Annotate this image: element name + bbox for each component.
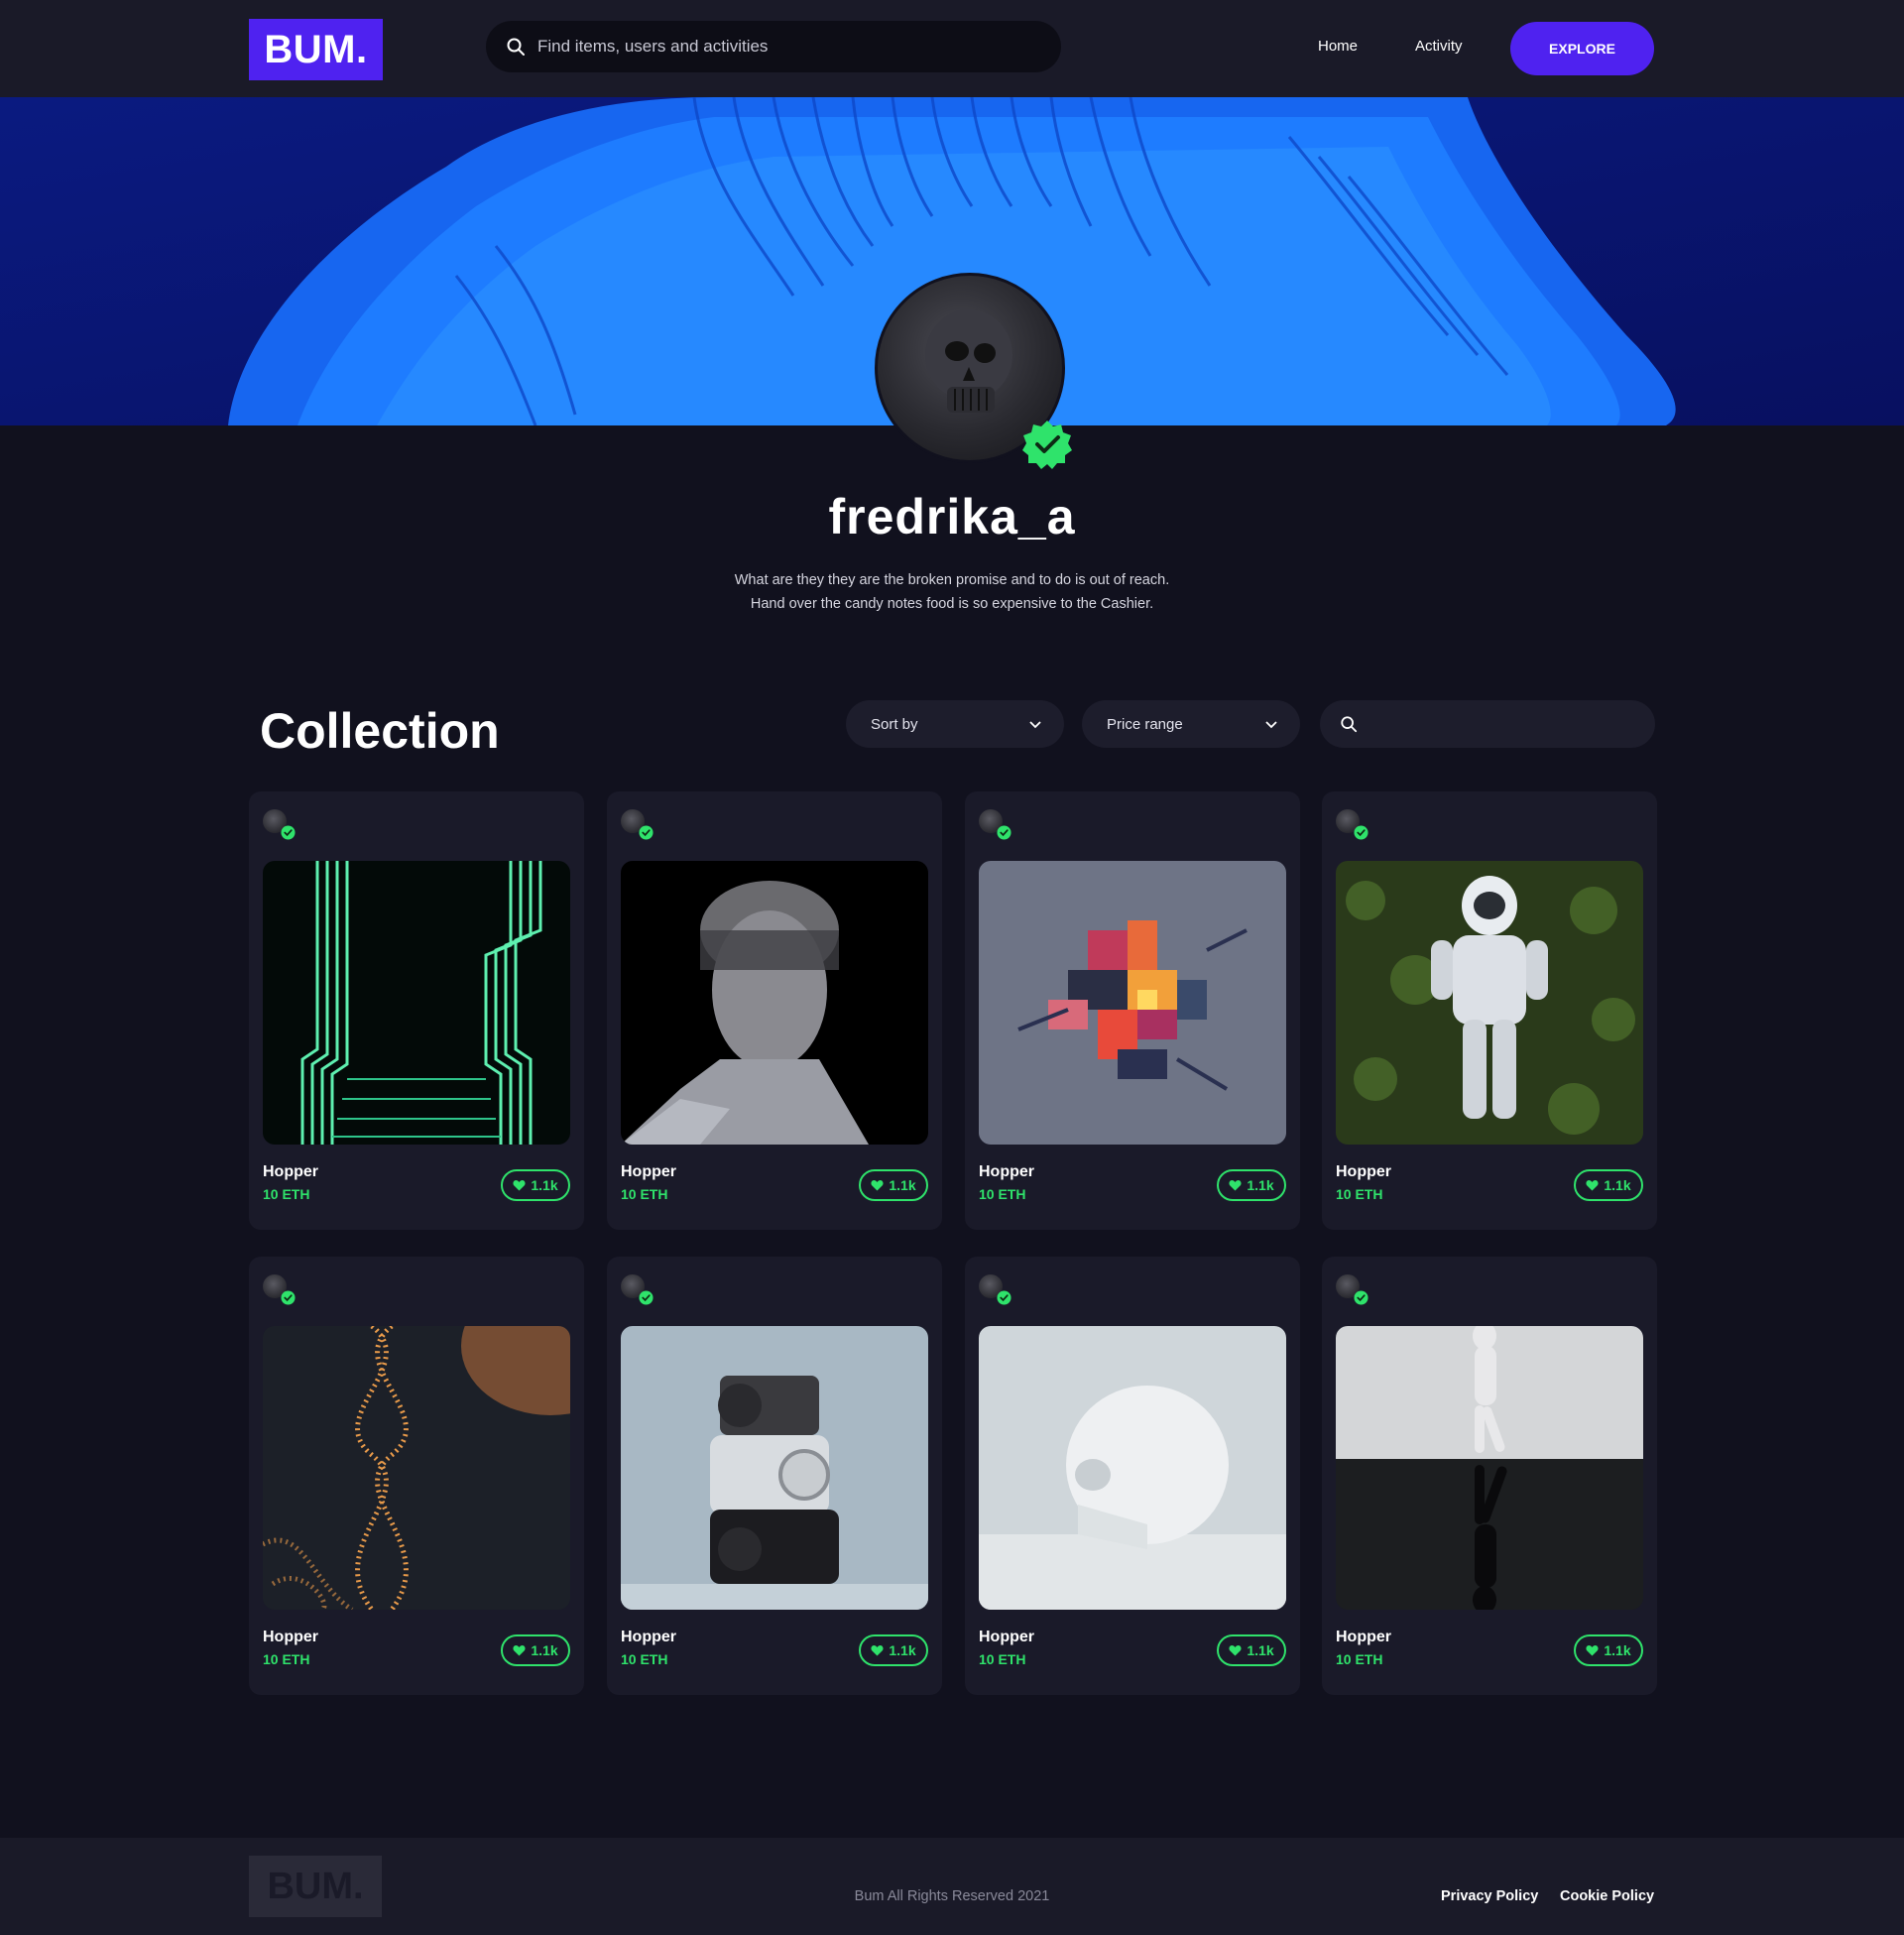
nft-name: Hopper	[621, 1163, 676, 1180]
like-button[interactable]: 1.1k	[1217, 1634, 1286, 1666]
like-button[interactable]: 1.1k	[1574, 1634, 1643, 1666]
brand-logo[interactable]: BUM.	[249, 19, 383, 80]
profile-username: fredrika_a	[828, 489, 1076, 544]
nft-artwork-neon-corridor[interactable]	[263, 861, 570, 1145]
search-icon	[507, 38, 525, 56]
verified-badge-icon	[1022, 421, 1072, 469]
nft-name: Hopper	[621, 1629, 676, 1645]
nft-price: 10 ETH	[979, 1186, 1026, 1202]
nft-artwork-voxel-cube[interactable]	[979, 861, 1286, 1145]
nft-name: Hopper	[263, 1163, 318, 1180]
page-footer: BUM. Bum All Rights Reserved 2021 Privac…	[0, 1838, 1904, 1935]
verified-icon	[997, 825, 1012, 840]
like-count: 1.1k	[531, 1177, 558, 1193]
verified-icon	[281, 1290, 296, 1305]
sort-by-label: Sort by	[871, 715, 918, 733]
heart-icon	[871, 1645, 884, 1656]
nft-card[interactable]: Hopper 10 ETH 1.1k	[965, 1257, 1300, 1695]
nft-price: 10 ETH	[621, 1651, 668, 1667]
search-input[interactable]	[537, 37, 1013, 57]
heart-icon	[513, 1180, 526, 1191]
like-count: 1.1k	[1247, 1642, 1274, 1658]
price-range-label: Price range	[1107, 715, 1183, 733]
price-range-dropdown[interactable]: Price range	[1082, 700, 1300, 748]
nft-price: 10 ETH	[263, 1651, 310, 1667]
heart-icon	[1586, 1180, 1599, 1191]
nav-home-link[interactable]: Home	[1318, 38, 1358, 55]
like-button[interactable]: 1.1k	[1574, 1169, 1643, 1201]
bio-line-2: Hand over the candy notes food is so exp…	[750, 596, 1154, 612]
nav-activity-link[interactable]: Activity	[1415, 38, 1463, 55]
nft-card[interactable]: Hopper 10 ETH 1.1k	[607, 791, 942, 1230]
nft-price: 10 ETH	[1336, 1651, 1383, 1667]
nft-artwork-dna-helix[interactable]	[263, 1326, 570, 1610]
nft-name: Hopper	[1336, 1629, 1391, 1645]
chevron-down-icon	[1029, 721, 1041, 729]
like-button[interactable]: 1.1k	[501, 1169, 570, 1201]
global-search[interactable]	[486, 21, 1061, 72]
nft-name: Hopper	[263, 1629, 318, 1645]
collection-search-input[interactable]	[1320, 700, 1655, 748]
nft-artwork-astronaut[interactable]	[1336, 861, 1643, 1145]
nft-card[interactable]: Hopper 10 ETH 1.1k	[249, 1257, 584, 1695]
nft-price: 10 ETH	[621, 1186, 668, 1202]
nft-artwork-white-skull[interactable]	[979, 1326, 1286, 1610]
heart-icon	[871, 1180, 884, 1191]
like-button[interactable]: 1.1k	[1217, 1169, 1286, 1201]
nft-artwork-mirror-figure[interactable]	[1336, 1326, 1643, 1610]
heart-icon	[1229, 1645, 1242, 1656]
nft-card[interactable]: Hopper 10 ETH 1.1k	[965, 791, 1300, 1230]
verified-icon	[997, 1290, 1012, 1305]
verified-icon	[281, 825, 296, 840]
nft-price: 10 ETH	[1336, 1186, 1383, 1202]
like-button[interactable]: 1.1k	[501, 1634, 570, 1666]
nft-card[interactable]: Hopper 10 ETH 1.1k	[249, 791, 584, 1230]
verified-icon	[1354, 1290, 1368, 1305]
like-count: 1.1k	[889, 1177, 916, 1193]
nft-name: Hopper	[979, 1629, 1034, 1645]
nft-name: Hopper	[1336, 1163, 1391, 1180]
sort-by-dropdown[interactable]: Sort by	[846, 700, 1064, 748]
heart-icon	[1586, 1645, 1599, 1656]
nft-card[interactable]: Hopper 10 ETH 1.1k	[1322, 791, 1657, 1230]
like-button[interactable]: 1.1k	[859, 1169, 928, 1201]
nft-artwork-marble-bust[interactable]	[621, 861, 928, 1145]
top-header: BUM. Home Activity EXPLORE	[0, 0, 1904, 97]
like-count: 1.1k	[1247, 1177, 1274, 1193]
verified-icon	[1354, 825, 1368, 840]
explore-button[interactable]: EXPLORE	[1510, 22, 1654, 75]
nft-card[interactable]: Hopper 10 ETH 1.1k	[607, 1257, 942, 1695]
nft-price: 10 ETH	[979, 1651, 1026, 1667]
like-button[interactable]: 1.1k	[859, 1634, 928, 1666]
footer-logo[interactable]: BUM.	[249, 1856, 382, 1917]
like-count: 1.1k	[889, 1642, 916, 1658]
nft-price: 10 ETH	[263, 1186, 310, 1202]
collection-title: Collection	[260, 703, 500, 759]
verified-icon	[639, 825, 654, 840]
heart-icon	[1229, 1180, 1242, 1191]
search-icon	[1341, 716, 1358, 733]
heart-icon	[513, 1645, 526, 1656]
verified-icon	[639, 1290, 654, 1305]
nft-name: Hopper	[979, 1163, 1034, 1180]
nft-artwork-camera-sculpture[interactable]	[621, 1326, 928, 1610]
like-count: 1.1k	[531, 1642, 558, 1658]
nft-card[interactable]: Hopper 10 ETH 1.1k	[1322, 1257, 1657, 1695]
like-count: 1.1k	[1604, 1642, 1631, 1658]
chevron-down-icon	[1265, 721, 1277, 729]
profile-bio: What are they they are the broken promis…	[0, 568, 1904, 616]
like-count: 1.1k	[1604, 1177, 1631, 1193]
cookie-policy-link[interactable]: Cookie Policy	[1560, 1888, 1654, 1904]
bio-line-1: What are they they are the broken promis…	[734, 572, 1170, 588]
privacy-policy-link[interactable]: Privacy Policy	[1441, 1888, 1538, 1904]
